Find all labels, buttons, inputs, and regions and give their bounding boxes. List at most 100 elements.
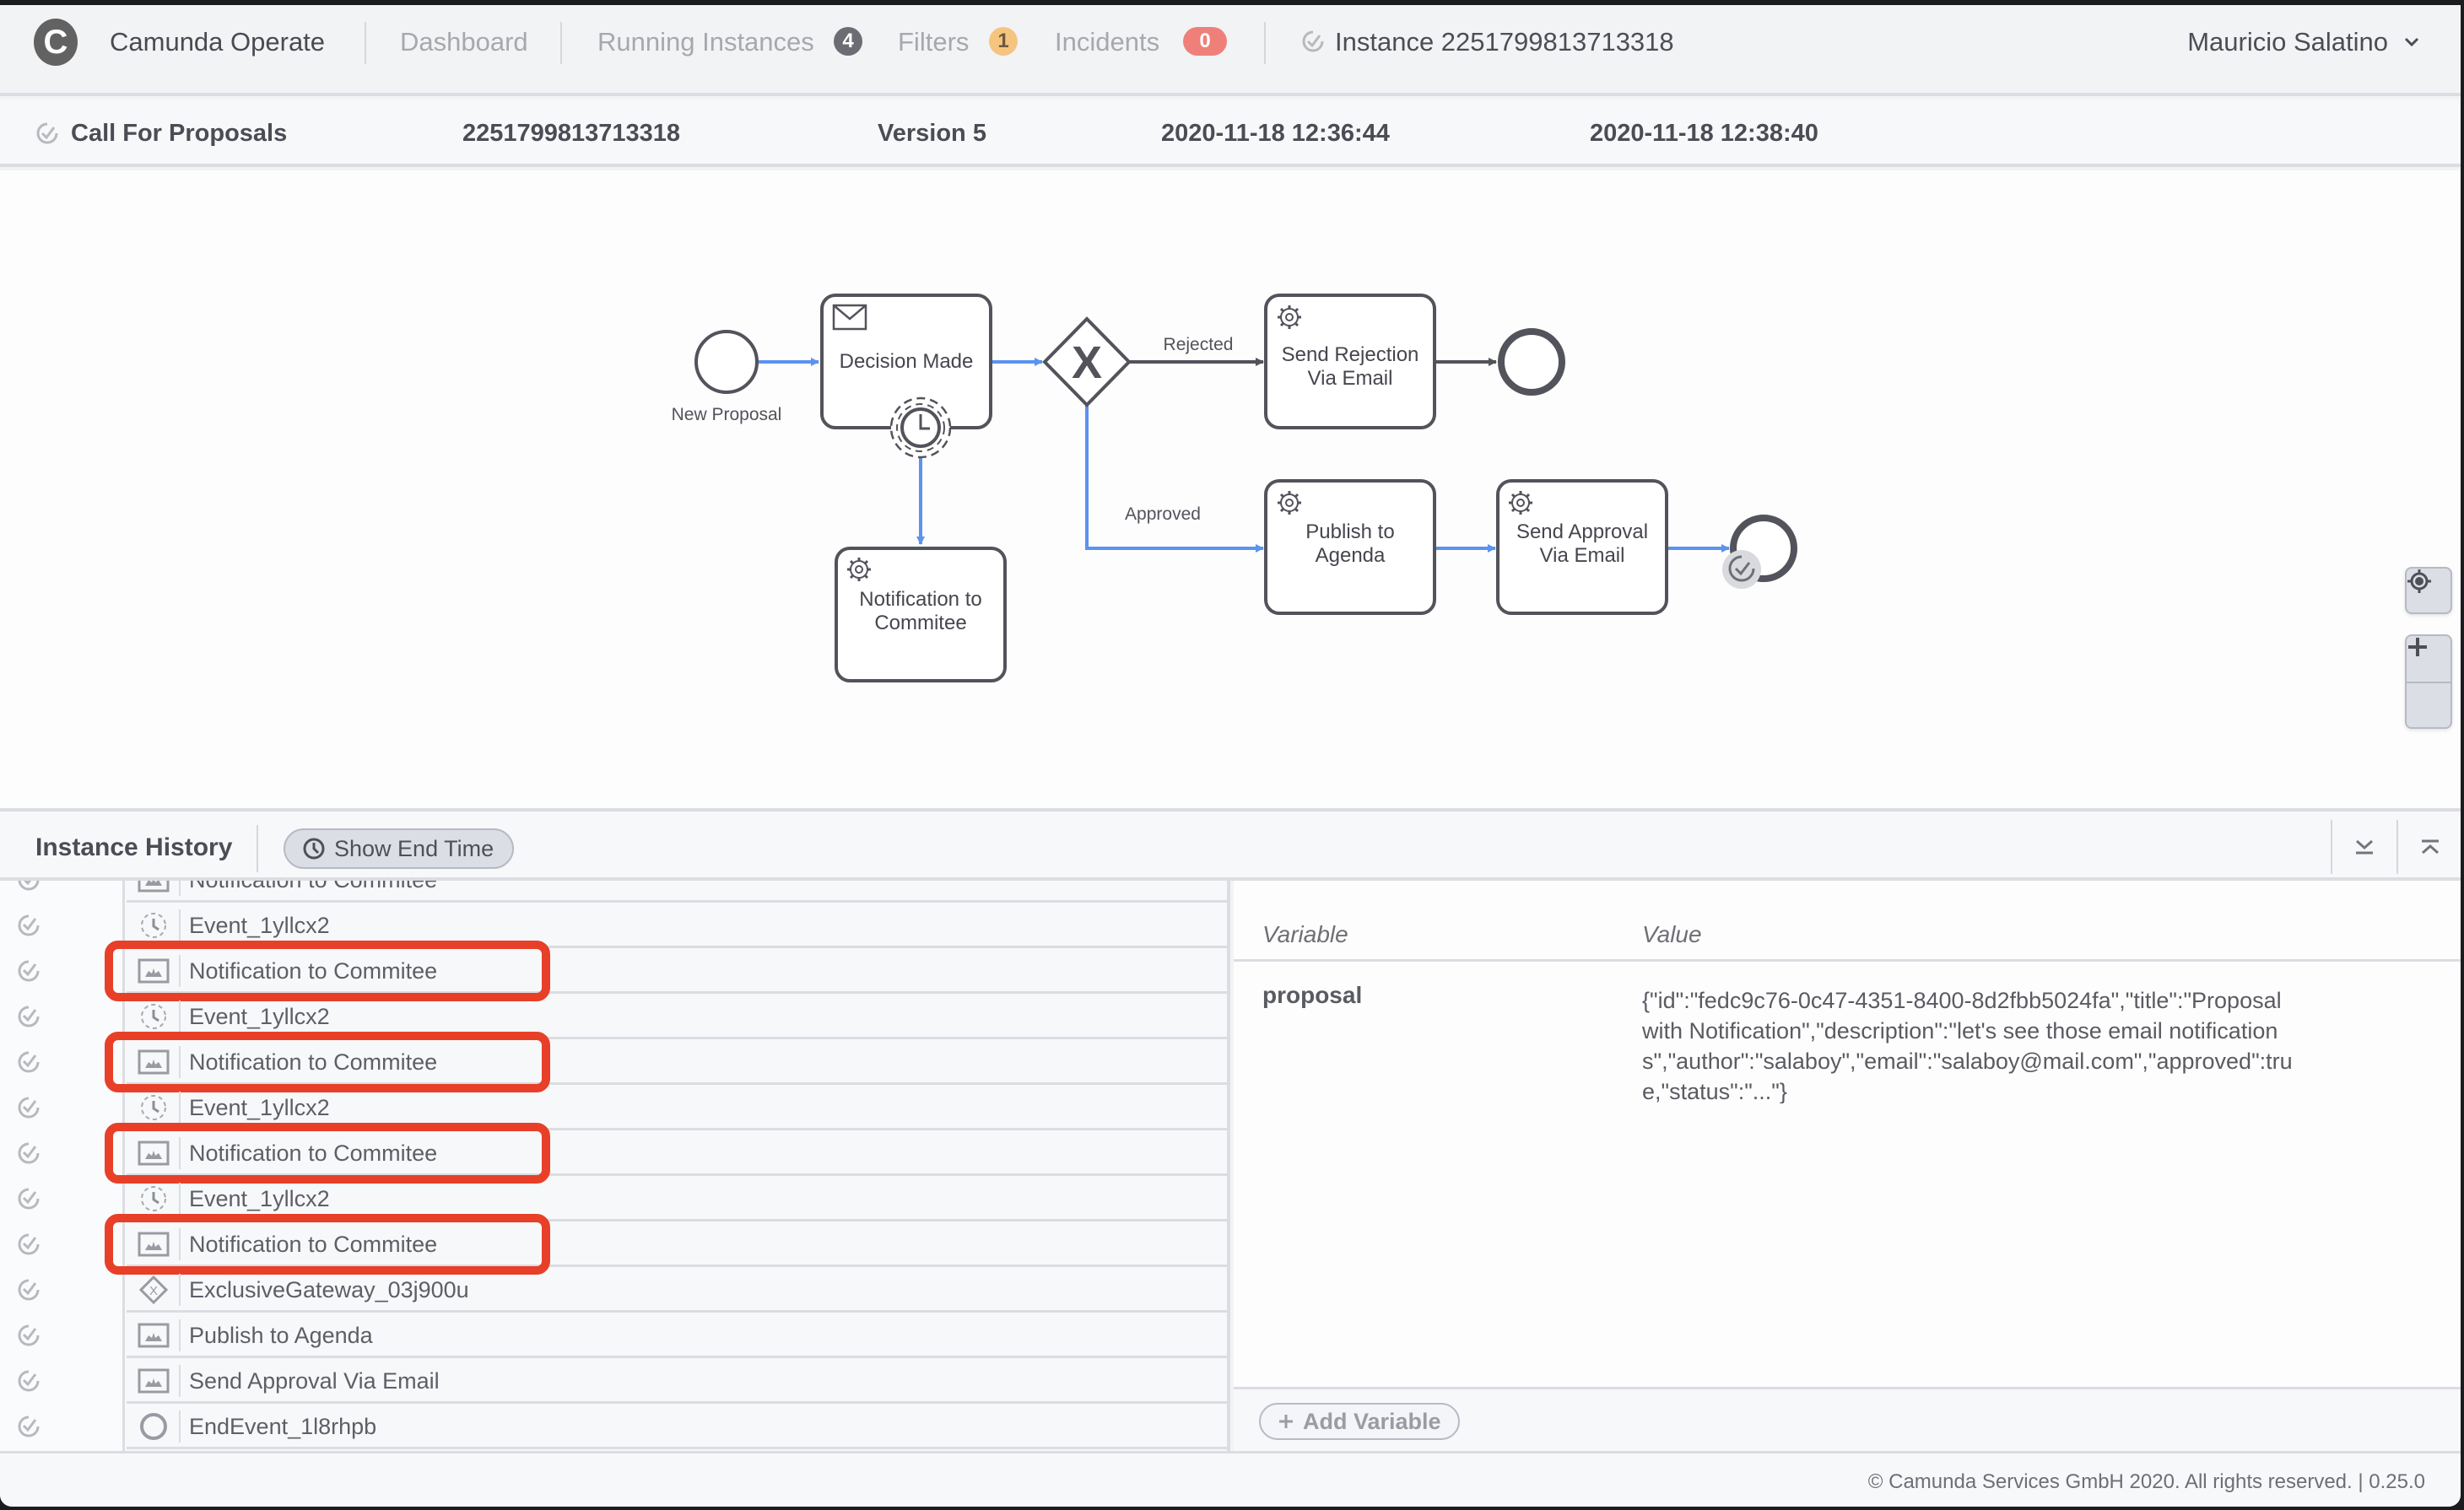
service-task-icon <box>138 1141 170 1166</box>
history-row-label: Event_1yllcx2 <box>189 1095 330 1120</box>
column-variable: Variable <box>1262 921 1348 947</box>
flow-approved[interactable] <box>1085 405 1264 553</box>
nav-running-instances[interactable]: Running Instances <box>597 27 814 57</box>
flow-label-rejected: Rejected <box>1164 335 1234 354</box>
nav-incidents[interactable]: Incidents <box>1055 27 1159 57</box>
instance-history-tree[interactable]: Notification to Commitee Event_1yllcx2 Not… <box>0 881 1230 1451</box>
instance-id: 2251799813713318 <box>462 120 681 147</box>
history-row-label: Notification to Commitee <box>189 1049 438 1075</box>
service-task-icon <box>138 1368 170 1394</box>
history-row[interactable]: Event_1yllcx2 <box>0 1085 1227 1130</box>
history-row[interactable]: Notification to Commitee <box>0 1039 1227 1085</box>
history-row[interactable]: X ExclusiveGateway_03j900u <box>0 1267 1227 1313</box>
row-divider <box>127 1447 1227 1449</box>
completed-check-icon <box>18 1142 40 1164</box>
history-row-label: Notification to Commitee <box>189 1141 438 1166</box>
variable-name: proposal <box>1262 982 1363 1008</box>
completed-check-icon <box>18 1416 40 1437</box>
boundary-timer-event[interactable] <box>889 396 952 459</box>
nav-filters[interactable]: Filters <box>898 27 969 57</box>
history-row[interactable]: Notification to Commitee <box>0 881 1227 903</box>
completed-check-icon <box>18 914 40 936</box>
flow-label-approved: Approved <box>1125 504 1201 524</box>
show-end-time-button[interactable]: Show End Time <box>284 828 515 869</box>
exclusive-gateway[interactable]: X <box>1042 316 1132 407</box>
history-row[interactable]: Event_1yllcx2 <box>0 903 1227 948</box>
variable-value[interactable]: {"id":"fedc9c76-0c47-4351-8400-8d2fbb502… <box>1642 985 2300 1103</box>
history-row[interactable]: Notification to Commitee <box>0 1221 1227 1267</box>
running-instances-badge: 4 <box>834 27 862 56</box>
history-row-label: Send Approval Via Email <box>189 1368 440 1394</box>
process-version: Version 5 <box>878 120 986 147</box>
brand-title[interactable]: Camunda Operate <box>110 27 325 57</box>
history-row[interactable]: Notification to Commitee <box>0 948 1227 994</box>
bpmn-diagram[interactable]: New Proposal Decision Made X Rejected Ap… <box>0 170 2461 808</box>
end-event-icon <box>140 1413 167 1440</box>
start-event-label: New Proposal <box>672 405 782 424</box>
task-label: Via Email <box>1540 544 1625 567</box>
zoom-out-button[interactable] <box>2407 645 2450 727</box>
task-send-approval[interactable]: Send Approval Via Email <box>1496 479 1668 615</box>
task-label: Send Rejection <box>1282 343 1419 366</box>
nav-instance[interactable]: Instance 2251799813713318 <box>1301 27 1674 57</box>
history-row[interactable]: Publish to Agenda <box>0 1313 1227 1358</box>
instance-history-header: Instance History Show End Time <box>0 808 2461 881</box>
completed-check-icon <box>36 122 58 143</box>
expand-panel-button[interactable] <box>2413 830 2447 864</box>
reset-diagram-button[interactable] <box>2405 567 2452 614</box>
history-row[interactable]: Notification to Commitee <box>0 1130 1227 1176</box>
history-row-label: Event_1yllcx2 <box>189 1186 330 1211</box>
camunda-logo-icon[interactable]: C <box>34 19 78 66</box>
column-value: Value <box>1642 921 1702 947</box>
process-name-text: Call For Proposals <box>71 120 288 147</box>
gateway-x-icon: X <box>1072 337 1102 388</box>
service-task-icon <box>138 881 170 893</box>
completed-check-icon <box>18 1006 40 1027</box>
completed-check-icon <box>18 1324 40 1346</box>
task-label: Decision Made <box>840 350 974 373</box>
top-navigation: C Camunda Operate Dashboard Running Inst… <box>0 5 2461 96</box>
history-row[interactable]: EndEvent_1l8rhpb <box>0 1404 1227 1449</box>
start-date: 2020-11-18 12:36:44 <box>1161 120 1390 147</box>
show-end-time-label: Show End Time <box>334 835 494 861</box>
variables-panel: Variable Value proposal {"id":"fedc9c76-… <box>1234 881 2461 1387</box>
divider <box>2331 820 2332 874</box>
task-publish-to-agenda[interactable]: Publish to Agenda <box>1264 479 1436 615</box>
nav-divider <box>560 22 562 64</box>
completed-check-icon <box>18 1051 40 1073</box>
plus-icon <box>1279 1415 1293 1428</box>
collapse-panel-button[interactable] <box>2348 830 2381 864</box>
task-send-rejection[interactable]: Send Rejection Via Email <box>1264 294 1436 429</box>
add-variable-label: Add Variable <box>1303 1408 1441 1434</box>
variables-footer: Add Variable <box>1234 1387 2461 1451</box>
history-row-label: Publish to Agenda <box>189 1323 373 1348</box>
history-row-label: Event_1yllcx2 <box>189 913 330 938</box>
task-label: Commitee <box>874 612 966 634</box>
history-row[interactable]: Event_1yllcx2 <box>0 1176 1227 1221</box>
service-task-icon <box>138 958 170 984</box>
nav-dashboard[interactable]: Dashboard <box>400 27 528 57</box>
task-label: Notification to <box>859 588 981 611</box>
svg-text:X: X <box>149 1284 158 1298</box>
divider <box>179 1183 181 1215</box>
completed-check-icon <box>18 1188 40 1210</box>
divider <box>179 881 181 896</box>
start-event-new-proposal[interactable] <box>694 330 759 394</box>
task-label: Agenda <box>1316 544 1386 567</box>
divider <box>179 1410 181 1443</box>
user-menu[interactable]: Mauricio Salatino <box>2187 27 2420 57</box>
minus-icon <box>2408 645 2427 649</box>
end-event-rejected[interactable] <box>1498 328 1565 396</box>
history-row-label: EndEvent_1l8rhpb <box>189 1414 377 1439</box>
completed-check-icon <box>18 960 40 982</box>
page-footer: © Camunda Services GmbH 2020. All rights… <box>0 1451 2461 1507</box>
task-notification-to-commitee[interactable]: Notification to Commitee <box>835 547 1007 682</box>
history-row[interactable]: Event_1yllcx2 <box>0 994 1227 1039</box>
timer-event-icon <box>141 1186 166 1211</box>
completed-check-icon <box>18 1370 40 1392</box>
completed-state-badge <box>1722 550 1761 589</box>
history-row-label: Event_1yllcx2 <box>189 1004 330 1029</box>
add-variable-button[interactable]: Add Variable <box>1259 1403 1460 1440</box>
bpmn-canvas[interactable]: New Proposal Decision Made X Rejected Ap… <box>0 170 2461 808</box>
history-row[interactable]: Send Approval Via Email <box>0 1358 1227 1404</box>
